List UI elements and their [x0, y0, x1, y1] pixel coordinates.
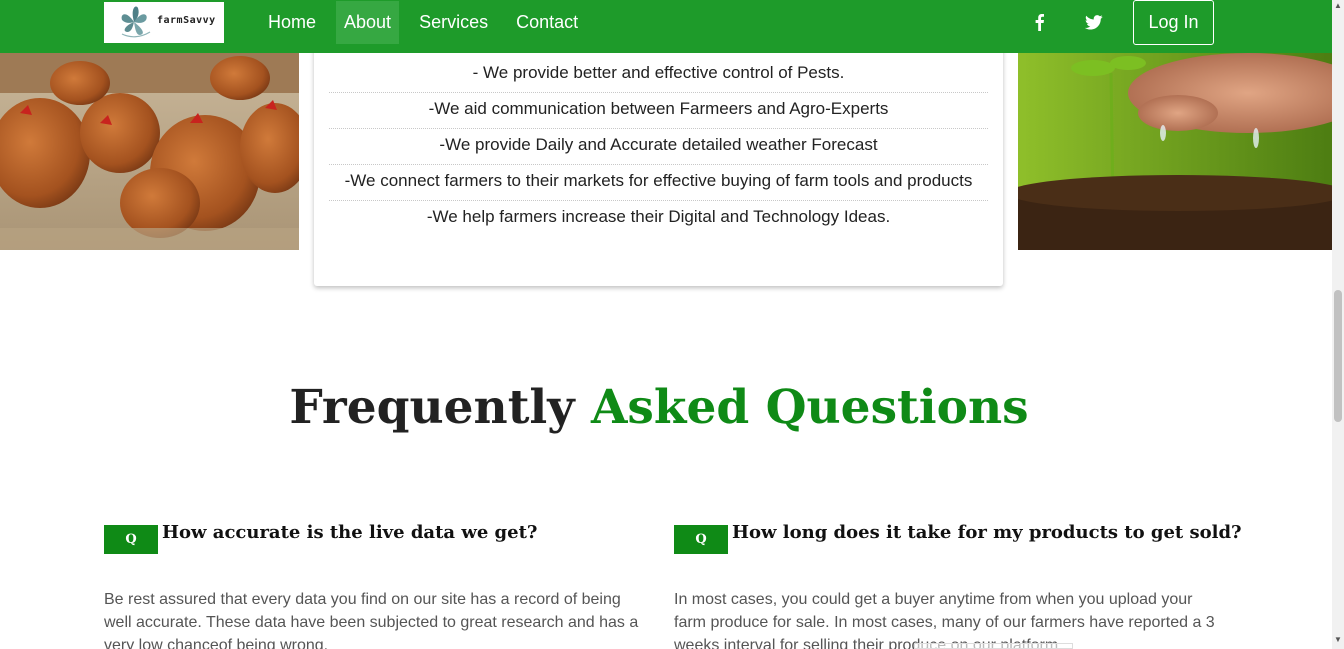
scroll-up-arrow-icon[interactable]: ▲: [1334, 2, 1342, 10]
page-scrollbar[interactable]: ▲ ▼: [1332, 0, 1344, 649]
facebook-icon[interactable]: [1027, 10, 1051, 34]
faq-question: How long does it take for my products to…: [732, 522, 1242, 543]
faq-answer: Be rest assured that every data you find…: [104, 591, 639, 649]
chickens-image: [0, 53, 299, 250]
nav-contact[interactable]: Contact: [508, 1, 586, 44]
faq-answer: In most cases, you could get a buyer any…: [674, 591, 1215, 649]
faq-heading-plain: Frequently: [289, 380, 591, 435]
question-badge: Q: [674, 525, 728, 554]
brand-logo[interactable]: farmSavvy: [104, 2, 224, 43]
service-item: -We aid communication between Farmeers a…: [329, 93, 988, 129]
twitter-icon[interactable]: [1082, 10, 1106, 34]
faq-question: How accurate is the live data we get?: [162, 522, 538, 543]
top-navbar: farmSavvy Home About Services Contact Lo…: [0, 0, 1332, 53]
services-card: - We provide better and effective contro…: [314, 40, 1003, 286]
leaf-logo-icon: [121, 6, 151, 38]
login-button[interactable]: Log In: [1133, 0, 1214, 45]
brand-name: farmSavvy: [157, 15, 216, 26]
faq-heading-accent: Asked Questions: [590, 380, 1029, 435]
scroll-thumb[interactable]: [1334, 290, 1342, 422]
nav-services[interactable]: Services: [411, 1, 496, 44]
overlay-box: [914, 643, 1073, 649]
nav-links: Home About Services Contact: [260, 0, 598, 44]
service-item: -We help farmers increase their Digital …: [426, 207, 891, 226]
nav-home[interactable]: Home: [260, 1, 324, 44]
nav-about[interactable]: About: [336, 0, 400, 44]
service-item: - We provide better and effective contro…: [329, 57, 988, 93]
faq-heading: Frequently Asked Questions: [0, 380, 1318, 435]
scroll-down-arrow-icon[interactable]: ▼: [1334, 636, 1342, 644]
question-badge: Q: [104, 525, 158, 554]
services-list: - We provide better and effective contro…: [329, 57, 988, 236]
seedling-image: [1018, 53, 1332, 250]
service-item: -We provide Daily and Accurate detailed …: [329, 129, 988, 165]
service-item: -We connect farmers to their markets for…: [329, 165, 988, 201]
